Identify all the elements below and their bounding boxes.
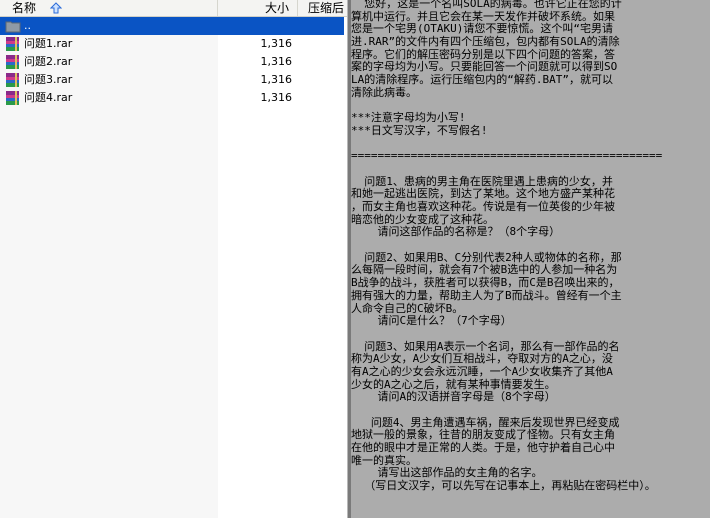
parent-folder-row[interactable]: .. bbox=[0, 17, 344, 35]
column-size-header[interactable]: 大小 bbox=[218, 0, 298, 16]
text-line: ，而女主角也喜欢这种花。传说是有一位英俊的少年被 bbox=[351, 200, 615, 213]
column-name-header[interactable]: 名称 bbox=[0, 0, 218, 16]
sort-ascending-arrow-icon bbox=[50, 2, 62, 14]
text-line: LA的清除程序。运行压缩包内的“解药.BAT”，就可以 bbox=[351, 73, 613, 87]
text-line: ***日文写汉字，不写假名! bbox=[351, 123, 488, 137]
file-name: 问题2.rar bbox=[24, 55, 73, 68]
file-list-panel: 名称 大小 压缩后 .. 问题1.rar 1,316 问题2.rar 1,316… bbox=[0, 0, 347, 518]
text-line: 请问C是什么？（7个字母） bbox=[351, 314, 512, 328]
file-size: 1,316 bbox=[260, 73, 293, 86]
text-line: ========================================… bbox=[351, 149, 663, 163]
text-line: 拥有强大的力量，帮助主人为了B而战斗。曾经有一个主 bbox=[351, 288, 622, 302]
text-line: 请问这部作品的名称是？（8个字母） bbox=[351, 225, 561, 239]
winrar-archive-icon bbox=[6, 91, 19, 105]
winrar-archive-icon bbox=[6, 55, 19, 69]
column-name-label: 名称 bbox=[12, 1, 37, 15]
file-row[interactable]: 问题2.rar 1,316 bbox=[0, 53, 347, 71]
folder-up-icon bbox=[5, 21, 21, 33]
file-name: 问题4.rar bbox=[24, 91, 73, 104]
text-line: 请问A的汉语拼音字母是（8个字母） bbox=[351, 390, 556, 404]
file-size: 1,316 bbox=[260, 55, 293, 68]
file-name: .. bbox=[24, 19, 31, 32]
column-packed-header[interactable]: 压缩后 bbox=[298, 0, 347, 16]
text-line bbox=[351, 163, 710, 176]
text-line: 在他的眼中才是正常的人类。于是，他守护着自己心中 bbox=[351, 441, 615, 455]
column-header: 名称 大小 压缩后 bbox=[0, 0, 347, 17]
file-name: 问题3.rar bbox=[24, 73, 73, 86]
text-viewer: 您好，这是一个名叫SOLA的病毒。也许它正在您的计 算机中运行。并且它会在某一天发… bbox=[351, 0, 710, 518]
text-line bbox=[351, 239, 710, 252]
winrar-archive-icon bbox=[6, 73, 19, 87]
text-line bbox=[351, 506, 710, 518]
file-size: 1,316 bbox=[260, 91, 293, 104]
text-line bbox=[351, 328, 710, 341]
text-line: 有A之心的少女会永远沉睡，一个A少女收集齐了其他A bbox=[351, 364, 613, 378]
text-line: （写日文汉字，可以先写在记事本上，再粘贴在密码栏中）。 bbox=[351, 479, 656, 493]
file-size: 1,316 bbox=[260, 37, 293, 50]
file-row[interactable]: 问题1.rar 1,316 bbox=[0, 35, 347, 53]
text-line: ***注意字母均为小写! bbox=[351, 111, 466, 125]
text-line: 清除此病毒。 bbox=[351, 85, 417, 99]
text-line bbox=[351, 493, 710, 506]
file-row[interactable]: 问题4.rar 1,316 bbox=[0, 89, 347, 107]
text-line: B战争的战斗，获胜者可以获得B，而C是B召唤出来的， bbox=[351, 276, 620, 290]
winrar-archive-icon bbox=[6, 37, 19, 51]
file-name: 问题1.rar bbox=[24, 37, 73, 50]
text-line bbox=[351, 404, 710, 417]
file-row[interactable]: 问题3.rar 1,316 bbox=[0, 71, 347, 89]
text-line: 进.RAR”的文件内有四个压缩包，包内都有SOLA的清除 bbox=[351, 35, 620, 49]
